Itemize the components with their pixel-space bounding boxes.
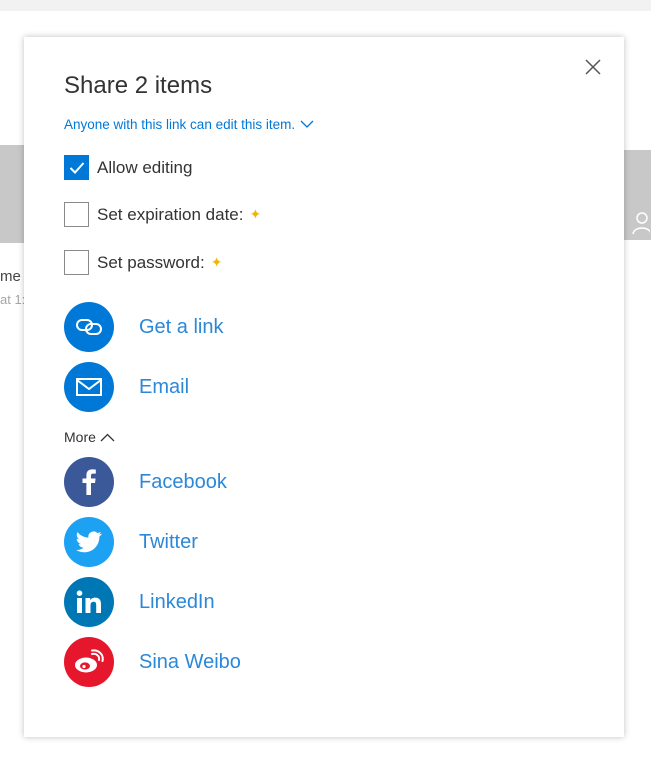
sina-weibo-button[interactable]: Sina Weibo bbox=[64, 637, 241, 687]
checkmark-icon bbox=[69, 161, 84, 174]
password-checkbox[interactable] bbox=[64, 250, 89, 275]
premium-star-icon: ✦ bbox=[210, 254, 223, 270]
allow-editing-label: Allow editing bbox=[97, 157, 193, 177]
more-label: More bbox=[64, 429, 96, 445]
close-icon[interactable] bbox=[583, 57, 603, 77]
get-a-link-button[interactable]: Get a link bbox=[64, 302, 223, 352]
dialog-title: Share 2 items bbox=[64, 72, 213, 99]
chevron-down-icon bbox=[300, 120, 314, 128]
weibo-icon bbox=[64, 637, 114, 687]
background-subtext: at 1: bbox=[0, 292, 26, 307]
linkedin-icon bbox=[64, 577, 114, 627]
email-label: Email bbox=[139, 375, 190, 398]
email-button[interactable]: Email bbox=[64, 362, 189, 412]
password-option[interactable]: Set password: ✦ bbox=[64, 250, 222, 275]
expiration-date-checkbox[interactable] bbox=[64, 202, 89, 227]
allow-editing-option[interactable]: Allow editing bbox=[64, 155, 192, 180]
linkedin-button[interactable]: LinkedIn bbox=[64, 577, 215, 627]
get-a-link-label: Get a link bbox=[139, 315, 224, 338]
twitter-icon bbox=[64, 517, 114, 567]
linkedin-label: LinkedIn bbox=[139, 590, 215, 613]
chevron-up-icon bbox=[100, 433, 115, 441]
premium-star-icon: ✦ bbox=[249, 206, 262, 222]
expiration-date-option[interactable]: Set expiration date: ✦ bbox=[64, 202, 261, 227]
sina-weibo-label: Sina Weibo bbox=[139, 650, 241, 673]
link-icon bbox=[64, 302, 114, 352]
facebook-button[interactable]: Facebook bbox=[64, 457, 227, 507]
allow-editing-checkbox[interactable] bbox=[64, 155, 89, 180]
person-icon bbox=[632, 212, 650, 235]
top-bar bbox=[0, 0, 651, 11]
facebook-icon bbox=[64, 457, 114, 507]
link-permission-dropdown[interactable]: Anyone with this link can edit this item… bbox=[64, 117, 314, 132]
share-dialog: Share 2 items Anyone with this link can … bbox=[24, 37, 624, 737]
expiration-date-label: Set expiration date: bbox=[97, 204, 244, 224]
link-permission-label: Anyone with this link can edit this item… bbox=[64, 117, 296, 132]
twitter-button[interactable]: Twitter bbox=[64, 517, 198, 567]
mail-icon bbox=[64, 362, 114, 412]
more-toggle[interactable]: More bbox=[64, 429, 115, 445]
password-label: Set password: bbox=[97, 252, 205, 272]
facebook-label: Facebook bbox=[139, 470, 227, 493]
twitter-label: Twitter bbox=[139, 530, 198, 553]
background-text: me bbox=[0, 268, 21, 285]
